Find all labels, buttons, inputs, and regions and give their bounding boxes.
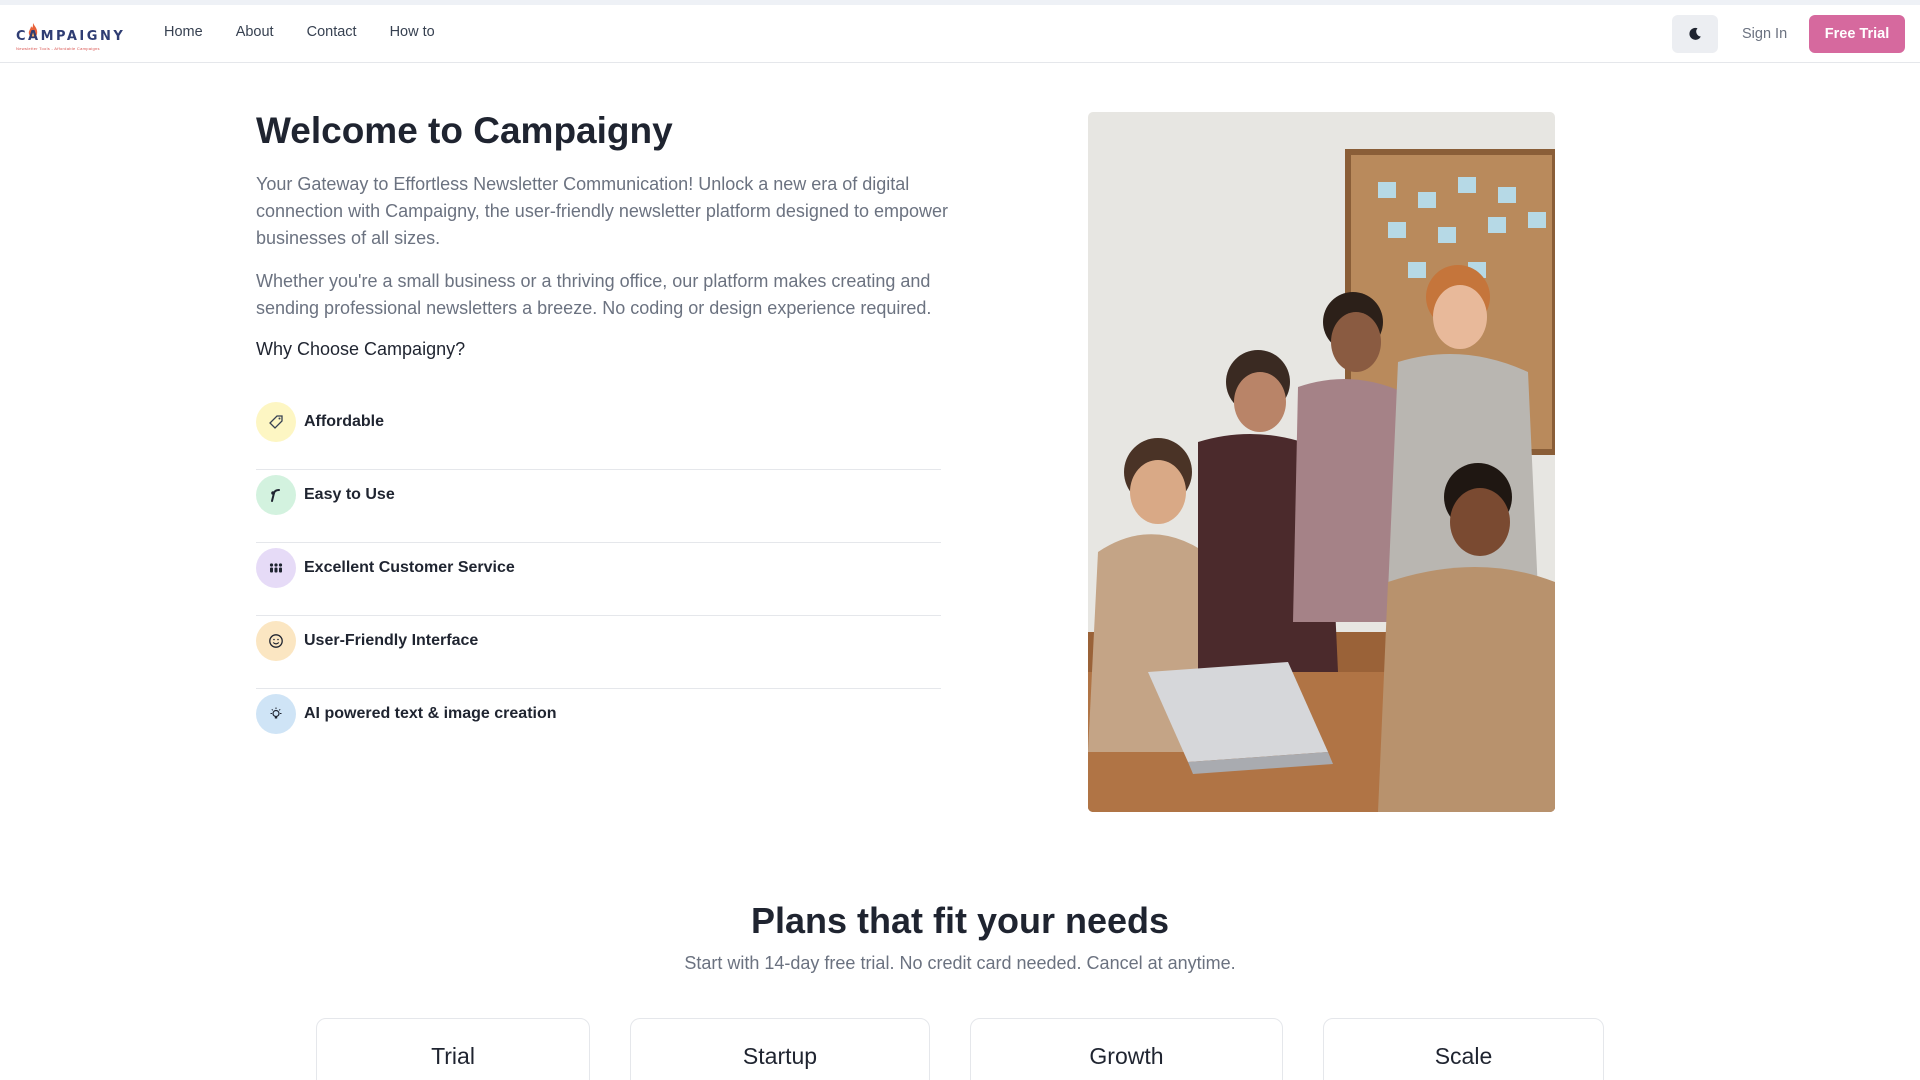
plans-title: Plans that fit your needs (750, 900, 1170, 941)
free-trial-button[interactable]: Free Trial (1809, 15, 1905, 53)
plan-name: Scale (1434, 1043, 1493, 1069)
brand-tagline: Newsletter Tools - Affordable Campaigns (16, 46, 100, 51)
plan-name: Startup (742, 1043, 818, 1069)
smile-icon (256, 621, 296, 661)
top-navbar: CAMPAIGNY Newsletter Tools - Affordable … (0, 5, 1920, 63)
feature-label: AI powered text & image creation (304, 705, 557, 722)
plan-name: Trial (431, 1043, 475, 1069)
lightbulb-icon (256, 694, 296, 734)
theme-toggle-button[interactable] (1672, 15, 1718, 53)
gesture-icon (256, 475, 296, 515)
people-icon (256, 548, 296, 588)
moon-icon (1689, 27, 1701, 40)
feature-list: Affordable Easy to Use Excellent Custome… (256, 397, 941, 762)
feature-user-friendly: User-Friendly Interface (256, 616, 941, 689)
feature-affordable: Affordable (256, 397, 941, 470)
hero-detail-paragraph: Whether you're a small business or a thr… (256, 271, 932, 318)
plan-card-growth[interactable]: Growth (970, 1018, 1283, 1080)
hero-intro-paragraph: Your Gateway to Effortless Newsletter Co… (256, 174, 949, 248)
feature-label: Excellent Customer Service (304, 559, 515, 576)
plan-card-trial[interactable]: Trial (316, 1018, 590, 1080)
plans-subtitle: Start with 14-day free trial. No credit … (684, 953, 1236, 973)
feature-ai-powered: AI powered text & image creation (256, 689, 941, 762)
tag-icon (256, 402, 296, 442)
nav-home[interactable]: Home (164, 24, 203, 40)
nav-about[interactable]: About (236, 24, 274, 40)
brand-logo[interactable]: CAMPAIGNY Newsletter Tools - Affordable … (16, 17, 123, 53)
feature-label: User-Friendly Interface (304, 632, 479, 649)
plan-name: Growth (1089, 1043, 1164, 1069)
hero-title: Welcome to Campaigny (256, 110, 673, 151)
team-photo (1088, 112, 1555, 812)
feature-label: Affordable (304, 413, 384, 430)
nav-contact[interactable]: Contact (307, 24, 357, 40)
feature-customer-service: Excellent Customer Service (256, 543, 941, 616)
brand-name: CAMPAIGNY (16, 29, 126, 44)
sign-in-link[interactable]: Sign In (1742, 26, 1787, 42)
plan-card-scale[interactable]: Scale (1323, 1018, 1604, 1080)
feature-easy-to-use: Easy to Use (256, 470, 941, 543)
plan-card-startup[interactable]: Startup (630, 1018, 930, 1080)
nav-how-to[interactable]: How to (390, 24, 435, 40)
main-nav: Home About Contact How to (164, 24, 468, 40)
feature-label: Easy to Use (304, 486, 395, 503)
why-choose-heading: Why Choose Campaigny? (256, 339, 466, 359)
